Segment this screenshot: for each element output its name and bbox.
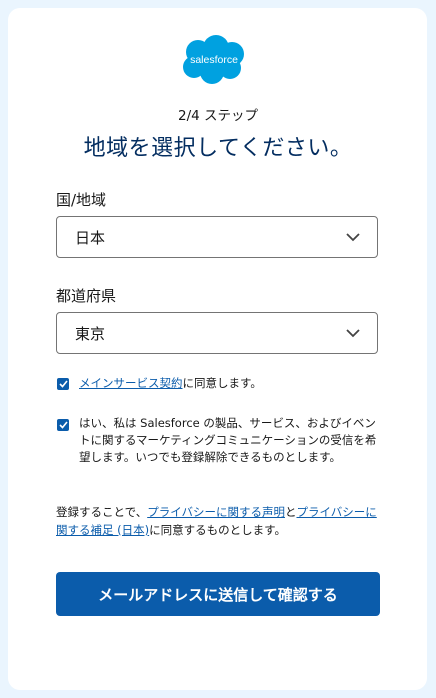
legal-middle: と [284, 505, 297, 519]
marketing-checkbox[interactable] [57, 419, 69, 431]
chevron-down-icon [346, 329, 360, 338]
marketing-text: はい、私は Salesforce の製品、サービス、およびイベントに関するマーケ… [79, 416, 377, 464]
legal-prefix: 登録することで、 [56, 505, 148, 519]
country-label: 国/地域 [56, 191, 107, 209]
agreement-suffix: に同意します。 [182, 376, 262, 390]
chevron-down-icon [346, 233, 360, 242]
page-title: 地域を選択してください。 [83, 136, 353, 161]
legal-text: 登録することで、プライバシーに関する声明とプライバシーに関する補足 (日本)に同… [56, 503, 378, 539]
check-icon [58, 421, 68, 429]
agreement-text: メインサービス契約に同意します。 [79, 375, 379, 392]
send-email-confirm-button[interactable]: メールアドレスに送信して確認する [56, 572, 380, 616]
prefecture-value: 東京 [75, 324, 106, 343]
salesforce-logo: salesforce [183, 35, 244, 84]
prefecture-label: 都道府県 [56, 287, 117, 305]
prefecture-select[interactable]: 東京 [56, 312, 378, 354]
logo-text: salesforce [190, 54, 238, 66]
step-indicator: 2/4 ステップ [177, 108, 259, 124]
check-icon [58, 380, 68, 388]
country-select[interactable]: 日本 [56, 216, 378, 258]
legal-suffix: に同意するものとします。 [149, 523, 286, 537]
privacy-statement-link[interactable]: プライバシーに関する声明 [147, 505, 285, 519]
agreement-checkbox[interactable] [57, 378, 69, 390]
main-service-agreement-link[interactable]: メインサービス契約 [79, 376, 183, 390]
country-value: 日本 [75, 228, 106, 247]
